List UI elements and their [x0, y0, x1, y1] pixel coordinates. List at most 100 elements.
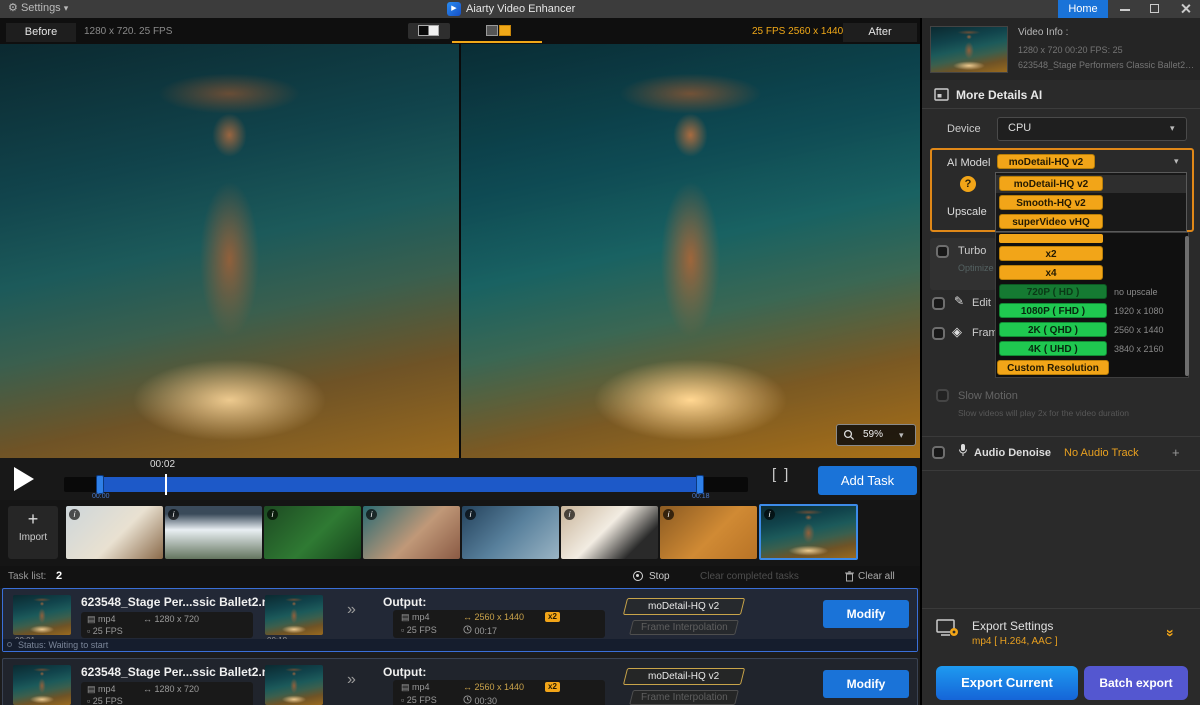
zoom-control[interactable]: 59% ▾	[836, 424, 916, 446]
task-row[interactable]: 623548_Stage Per...ssic Ballet2.mp4 ▤ mp…	[2, 658, 918, 705]
maximize-icon[interactable]	[1150, 4, 1159, 13]
slow-motion-checkbox[interactable]	[936, 389, 949, 402]
ai-option[interactable]: Smooth-HQ v2	[999, 195, 1103, 210]
ai-option[interactable]: moDetail-HQ v2	[999, 176, 1103, 191]
add-task-button[interactable]: Add Task	[818, 466, 917, 495]
turbo-sublabel: Optimized	[958, 263, 994, 273]
gallery-thumbnail[interactable]: i	[66, 506, 163, 559]
playback-bar: 00:02 00:00 00:18 [] Add Task	[0, 458, 920, 500]
upscale-option[interactable]: x4	[999, 265, 1103, 280]
info-icon[interactable]: i	[267, 509, 278, 520]
task-row[interactable]: 00:01 623548_Stage Per...ssic Ballet2.mp…	[2, 588, 918, 652]
sidebyside-left-icon	[486, 25, 498, 36]
edit-label: Edit	[972, 297, 991, 309]
collapse-up-icon[interactable]: »	[1168, 624, 1174, 640]
minimize-icon[interactable]	[1120, 9, 1130, 11]
upscale-option[interactable]: 1080P ( FHD )	[999, 303, 1107, 318]
timeline-range[interactable]	[100, 477, 700, 492]
dropdown-scrollbar[interactable]	[1185, 236, 1189, 376]
batch-export-button[interactable]: Batch export	[1084, 666, 1188, 700]
help-icon[interactable]: ?	[960, 176, 976, 192]
details-icon	[934, 88, 949, 101]
ai-option[interactable]: superVideo vHQ	[999, 214, 1103, 229]
import-button[interactable]: + Import	[8, 506, 58, 559]
stop-button[interactable]: Stop	[649, 571, 670, 582]
gallery-thumbnail[interactable]: i	[363, 506, 460, 559]
resolution-icon: ↔	[463, 682, 475, 692]
edit-checkbox[interactable]	[932, 297, 945, 310]
upscale-option[interactable]: Custom Resolution	[997, 360, 1109, 375]
gallery-thumbnail[interactable]: i	[660, 506, 757, 559]
output-specs: ▤ mp4 ↔ 2560 x 1440 x2 ▫ 25 FPS 00:30	[393, 680, 605, 705]
tab-before[interactable]: Before	[6, 23, 76, 42]
upscale-option[interactable]: 4K ( UHD )	[999, 341, 1107, 356]
divider	[922, 608, 1200, 609]
export-format-value: mp4 [ H.264, AAC ]	[972, 636, 1058, 647]
turbo-checkbox[interactable]	[936, 245, 949, 258]
audio-denoise-checkbox[interactable]	[932, 446, 945, 459]
view-sidebyside-button[interactable]	[478, 23, 520, 39]
upscale-option[interactable]: x2	[999, 246, 1103, 261]
clock-icon	[463, 625, 472, 634]
magnifier-icon	[843, 429, 855, 441]
out-resolution-value: 2560 x 1440	[475, 612, 525, 622]
frame-interpolation-tag: Frame Interpolation	[629, 620, 739, 635]
trim-handle-end[interactable]	[696, 475, 704, 494]
clear-all-button[interactable]: Clear all	[858, 571, 895, 582]
model-tag[interactable]: moDetail-HQ v2	[623, 668, 745, 685]
export-settings-label[interactable]: Export Settings	[972, 619, 1053, 633]
export-current-button[interactable]: Export Current	[936, 666, 1078, 700]
active-view-underline	[452, 41, 542, 43]
trim-in-time: 00:00	[92, 493, 110, 500]
gallery-thumbnail[interactable]: i	[165, 506, 262, 559]
upscale-option[interactable]: 720P ( HD )	[999, 284, 1107, 299]
close-icon[interactable]	[1180, 3, 1191, 17]
gallery-thumbnail[interactable]: i	[561, 506, 658, 559]
play-button[interactable]	[14, 467, 34, 491]
device-select[interactable]: CPU ▾	[997, 117, 1187, 141]
info-icon[interactable]: i	[69, 509, 80, 520]
info-icon[interactable]: i	[564, 509, 575, 520]
clear-completed-button[interactable]: Clear completed tasks	[700, 571, 799, 582]
upscale-note: 2560 x 1440	[1114, 325, 1164, 335]
before-preview-image	[0, 44, 459, 458]
home-button[interactable]: Home	[1058, 0, 1108, 18]
gallery-thumbnail-selected[interactable]: i	[759, 504, 858, 560]
info-icon[interactable]: i	[465, 509, 476, 520]
trim-handle-start[interactable]	[96, 475, 104, 494]
gallery-thumbnail[interactable]: i	[264, 506, 361, 559]
slow-motion-label: Slow Motion	[958, 390, 1018, 402]
turbo-label: Turbo	[958, 245, 986, 257]
gallery-strip: + Import i i i i i i i i	[0, 500, 920, 566]
modify-button[interactable]: Modify	[823, 600, 909, 628]
frame-checkbox[interactable]	[932, 327, 945, 340]
trim-brackets-icon[interactable]: []	[772, 466, 796, 483]
output-label: Output:	[383, 595, 426, 609]
modify-button[interactable]: Modify	[823, 670, 909, 698]
stop-icon[interactable]	[633, 571, 643, 581]
ai-model-value[interactable]: moDetail-HQ v2	[997, 154, 1095, 169]
resolution-value: 1280 x 720	[155, 614, 200, 624]
resolution-icon: ↔	[143, 684, 155, 694]
resolution-value: 1280 x 720	[155, 684, 200, 694]
slow-motion-sublabel: Slow videos will play 2x for the video d…	[958, 408, 1129, 418]
view-split-button[interactable]	[408, 23, 450, 39]
chevron-down-icon[interactable]: ▾	[1174, 156, 1179, 167]
info-icon[interactable]: i	[663, 509, 674, 520]
info-icon[interactable]: i	[168, 509, 179, 520]
playhead[interactable]	[165, 474, 167, 495]
video-info-specs: 1280 x 720 00:20 FPS: 25	[1018, 45, 1123, 55]
audio-track-value[interactable]: No Audio Track	[1064, 447, 1139, 459]
zoom-value: 59%	[863, 425, 883, 445]
task-count: 2	[56, 570, 62, 582]
upscale-option[interactable]: 2K ( QHD )	[999, 322, 1107, 337]
settings-menu[interactable]: ⚙ Settings ▾	[8, 1, 68, 14]
task-list-label: Task list:	[8, 571, 46, 582]
model-tag[interactable]: moDetail-HQ v2	[623, 598, 745, 615]
tab-after[interactable]: After	[843, 23, 917, 42]
info-icon[interactable]: i	[764, 509, 775, 520]
expand-icon[interactable]: +	[1172, 445, 1180, 460]
gallery-thumbnail[interactable]: i	[462, 506, 559, 559]
info-icon[interactable]: i	[366, 509, 377, 520]
task-input-thumbnail	[13, 595, 71, 635]
